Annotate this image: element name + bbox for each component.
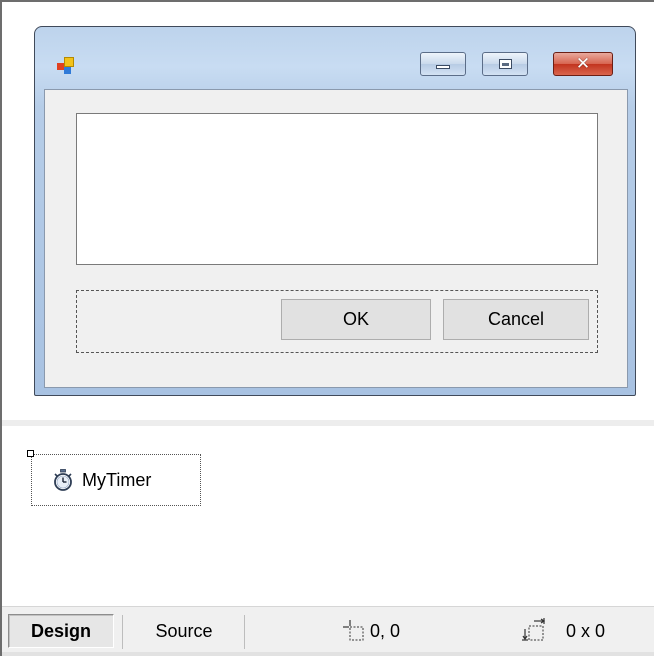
form-app-icon xyxy=(57,57,75,75)
close-button[interactable]: ✕ xyxy=(553,52,613,76)
tab-source[interactable]: Source xyxy=(128,614,240,648)
design-surface[interactable]: ✕ OK Cancel xyxy=(2,2,654,420)
stopwatch-icon xyxy=(54,469,72,491)
position-icon xyxy=(343,620,364,641)
timer-component-label: MyTimer xyxy=(82,469,152,490)
size-readout: 0 x 0 xyxy=(566,621,606,641)
status-bar: Design Source 0, 0 0 x 0 xyxy=(2,606,654,652)
position-readout: 0, 0 xyxy=(370,621,401,641)
maximize-icon xyxy=(498,59,512,69)
tab-design[interactable]: Design xyxy=(8,614,114,648)
ok-button[interactable]: OK xyxy=(281,299,431,340)
tab-divider xyxy=(122,615,123,649)
cancel-button[interactable]: Cancel xyxy=(443,299,589,340)
minimize-button[interactable] xyxy=(420,52,466,76)
button-panel[interactable]: OK Cancel xyxy=(76,290,598,353)
minimize-icon xyxy=(436,65,450,69)
form-window[interactable]: ✕ OK Cancel xyxy=(34,26,636,396)
timer-component[interactable]: MyTimer xyxy=(27,450,201,506)
status-bar-edge xyxy=(2,652,654,656)
form-client-area[interactable]: OK Cancel xyxy=(44,89,628,388)
component-tray[interactable]: MyTimer xyxy=(2,426,654,606)
size-icon xyxy=(522,618,546,641)
maximize-button[interactable] xyxy=(482,52,528,76)
close-icon: ✕ xyxy=(575,53,591,74)
text-box[interactable] xyxy=(76,113,598,265)
selection-handle[interactable] xyxy=(27,450,34,457)
tab-divider xyxy=(244,615,245,649)
